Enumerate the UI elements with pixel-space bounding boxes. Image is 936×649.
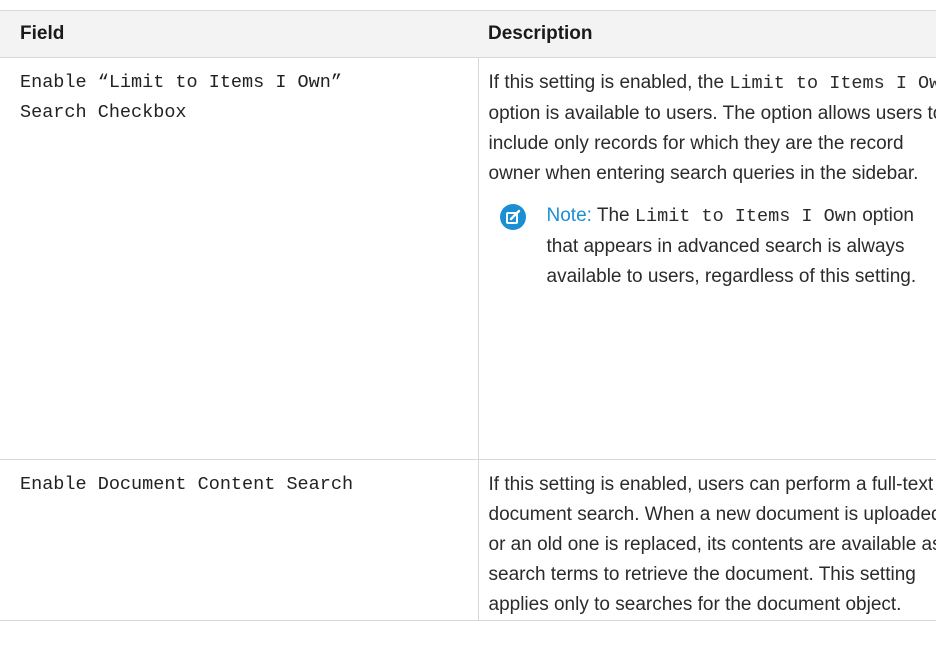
description-text: If this setting is enabled, users can pe… bbox=[488, 474, 936, 615]
settings-table: Field Description Enable “Limit to Items… bbox=[0, 10, 936, 621]
field-name-line: Search Checkbox bbox=[20, 102, 187, 123]
field-name-line: Enable “Limit to Items I Own” bbox=[20, 72, 342, 93]
note-text-part: The bbox=[591, 205, 635, 226]
description-text-part: If this setting is enabled, the bbox=[488, 72, 730, 93]
header-field: Field bbox=[0, 10, 478, 58]
note-code: Limit to Items I Own bbox=[634, 206, 857, 227]
edit-note-icon bbox=[499, 204, 526, 230]
table-row: Enable Document Content Search If this s… bbox=[0, 459, 936, 621]
table-header-row: Field Description bbox=[0, 10, 936, 58]
header-description: Description bbox=[478, 10, 936, 58]
description-cell: If this setting is enabled, the Limit to… bbox=[478, 57, 936, 460]
field-cell: Enable “Limit to Items I Own” Search Che… bbox=[0, 57, 479, 460]
field-cell: Enable Document Content Search bbox=[0, 459, 479, 621]
field-name-line: Enable Document Content Search bbox=[20, 474, 354, 495]
note-label: Note: bbox=[546, 205, 592, 226]
option-code: Limit to Items I Own bbox=[729, 73, 936, 94]
table-row: Enable “Limit to Items I Own” Search Che… bbox=[0, 57, 936, 460]
description-text: If this setting is enabled, the Limit to… bbox=[489, 68, 936, 189]
note-callout: Note: The Limit to Items I Own option th… bbox=[489, 201, 936, 292]
description-cell: If this setting is enabled, users can pe… bbox=[478, 459, 936, 621]
description-text-part: option is available to users. The option… bbox=[488, 103, 936, 184]
